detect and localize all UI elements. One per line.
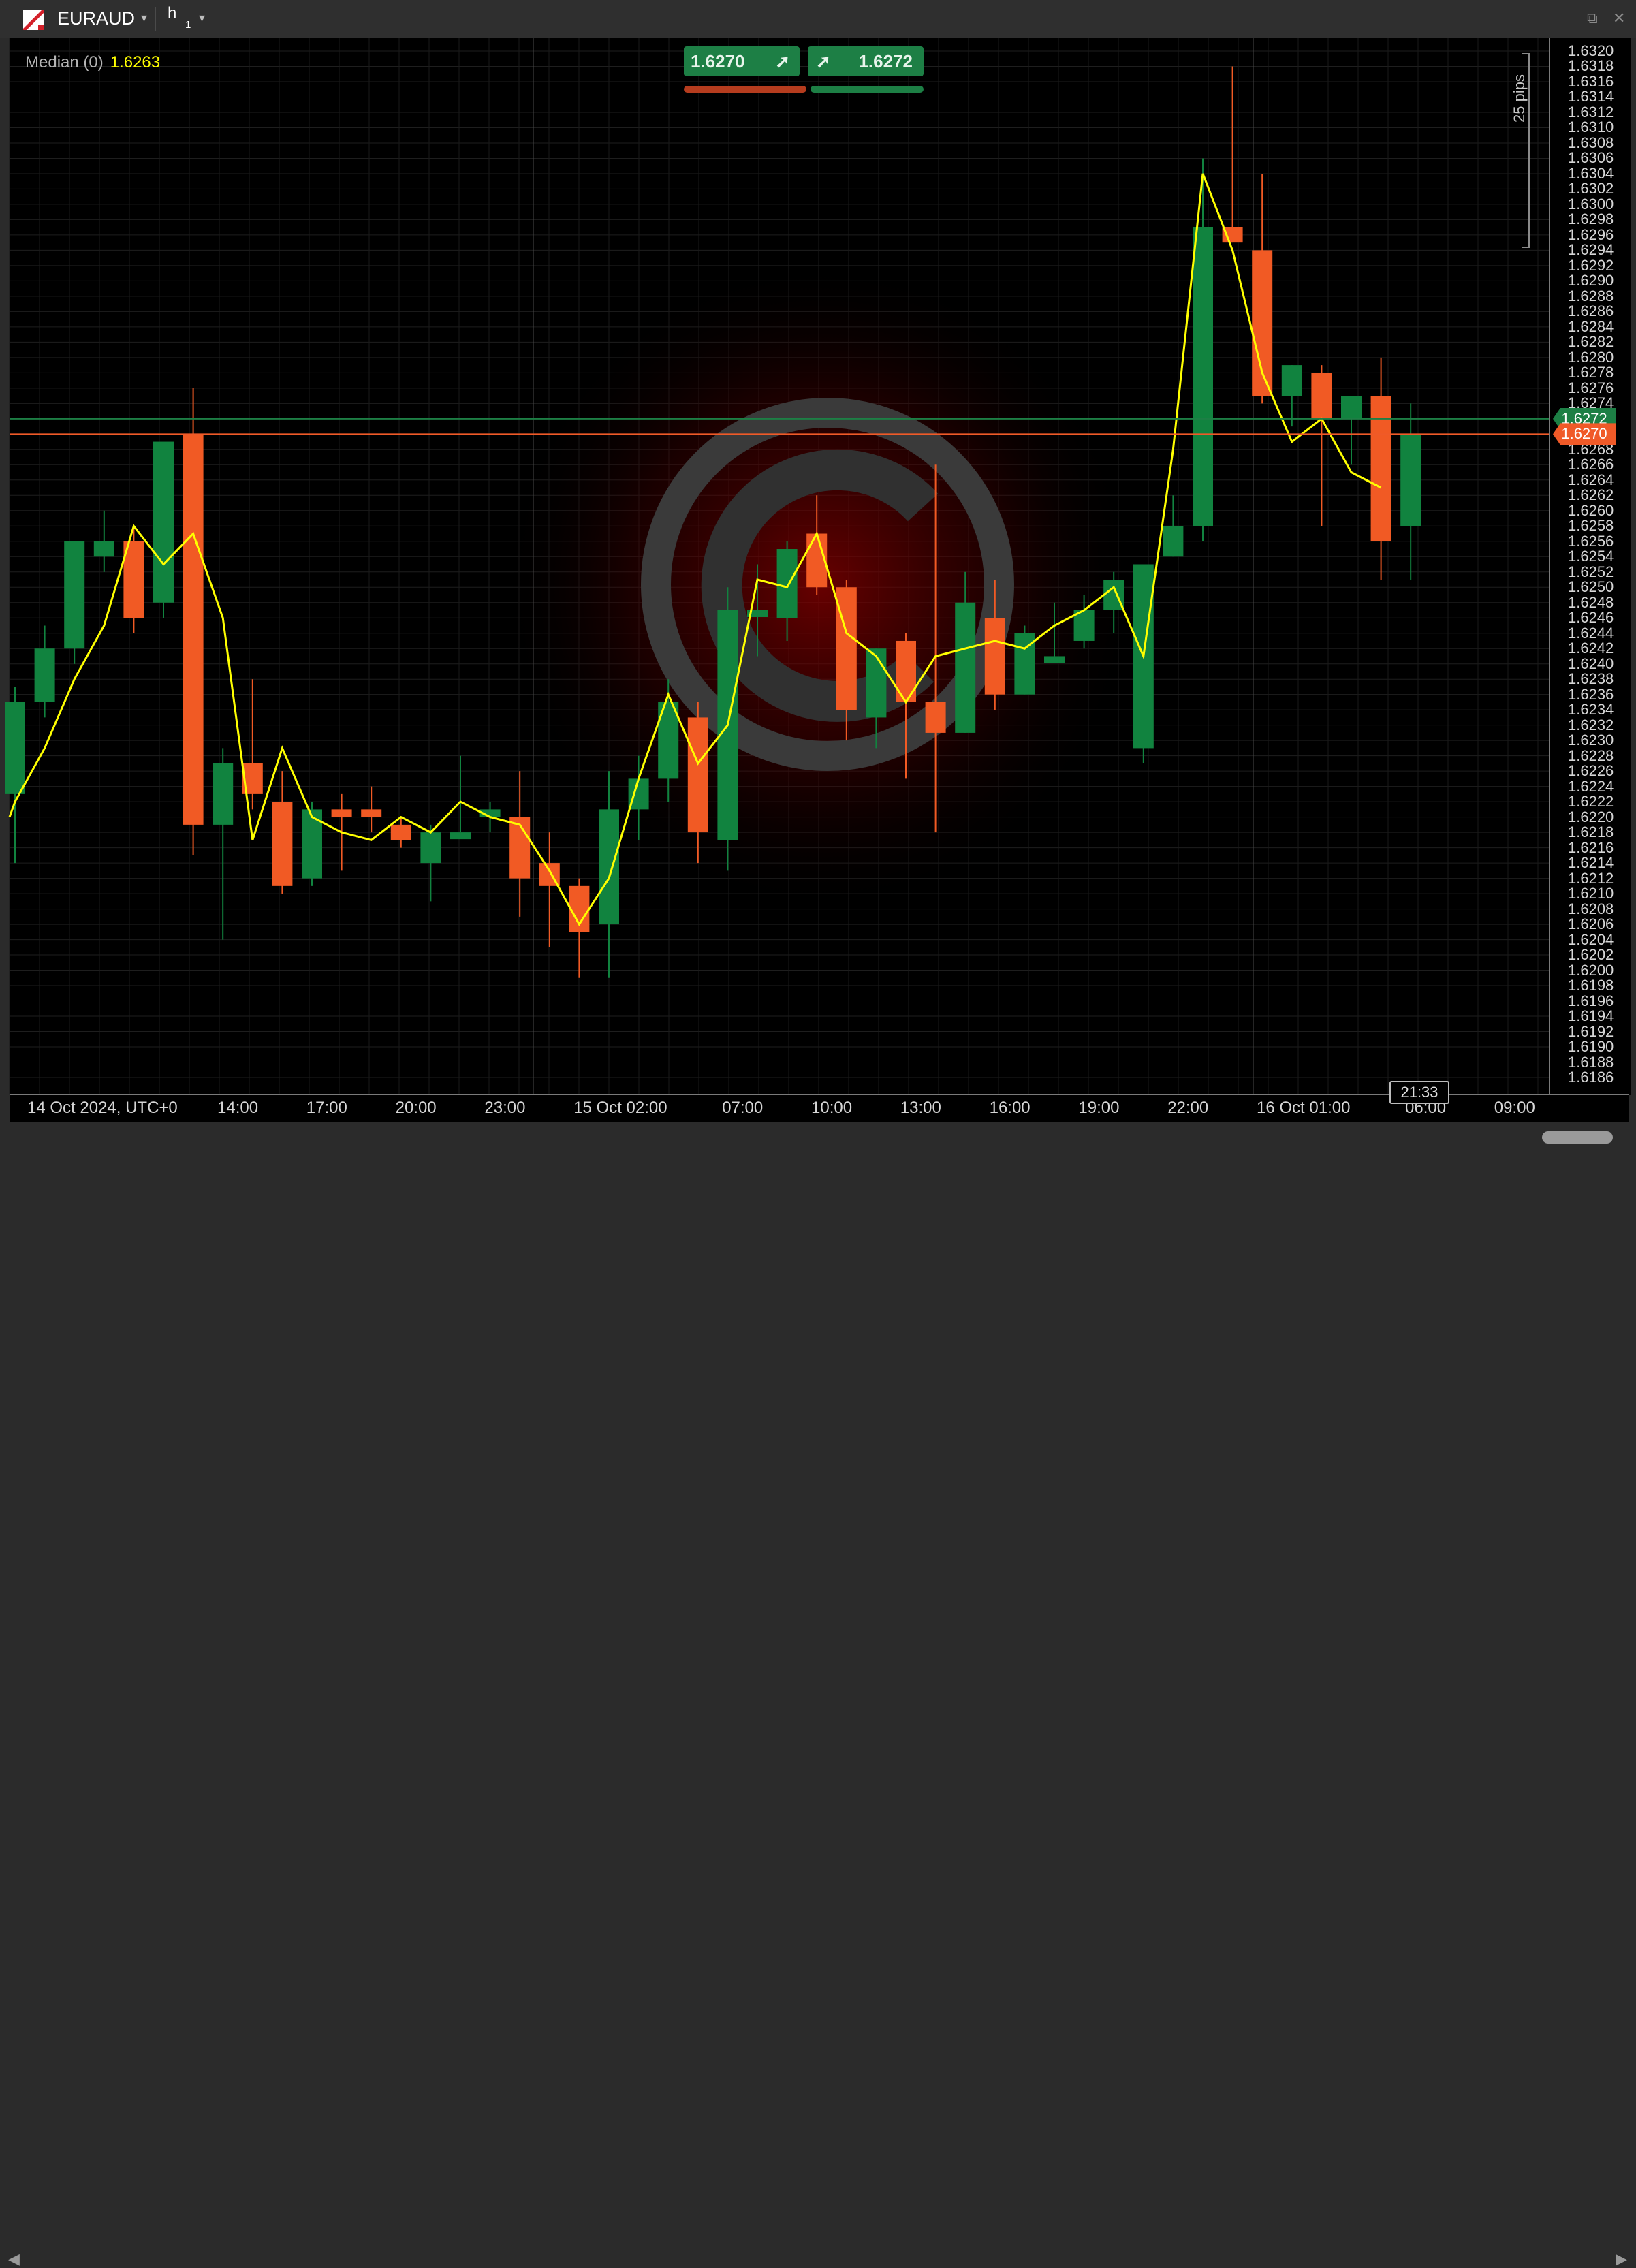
sell-sentiment-bar — [684, 86, 806, 93]
sell-price: 1.6270 — [691, 51, 745, 72]
candle-bearish — [272, 802, 293, 886]
median-label: Median (0) — [25, 53, 104, 72]
time-tick-label: 17:00 — [306, 1099, 347, 1117]
time-tick-label: 22:00 — [1167, 1099, 1209, 1117]
time-tick-label: 19:00 — [1078, 1099, 1120, 1117]
time-tick-label: 14 Oct 2024, UTC+0 — [27, 1099, 178, 1117]
buy-arrow-icon: ➚ — [816, 51, 831, 72]
time-tick-label: 14:00 — [217, 1099, 259, 1117]
candle-bearish — [925, 702, 946, 733]
candle-bearish — [687, 717, 708, 833]
candle-bullish — [213, 763, 234, 825]
buy-sentiment-bar — [811, 86, 924, 93]
buy-button[interactable]: ➚ 1.6272 — [808, 46, 924, 76]
candle-bearish — [984, 618, 1005, 695]
candle-bullish — [420, 832, 441, 864]
time-tick-label: 10:00 — [811, 1099, 853, 1117]
median-indicator[interactable]: Median (0) 1.6263 — [25, 53, 160, 72]
time-tick-label: 13:00 — [900, 1099, 941, 1117]
candle-bearish — [361, 809, 382, 817]
time-tick-label: 16 Oct 01:00 — [1257, 1099, 1351, 1117]
pips-ruler-label: 25 pips — [1511, 74, 1528, 123]
price-tick-label: 1.6186 — [1568, 1069, 1614, 1086]
time-tick-label: 20:00 — [395, 1099, 437, 1117]
median-value: 1.6263 — [110, 53, 161, 72]
candle-bullish — [450, 832, 471, 840]
buy-price: 1.6272 — [858, 51, 913, 72]
scrollbar-thumb[interactable] — [1542, 1131, 1613, 1144]
candle-bullish — [34, 648, 55, 702]
sell-button[interactable]: 1.6270 ➚ — [684, 46, 800, 76]
horizontal-scrollbar[interactable]: ◀ ▶ — [0, 1122, 1636, 2267]
sell-arrow-icon: ➚ — [775, 51, 790, 72]
candle-bullish — [776, 549, 798, 618]
time-tick-label: 16:00 — [989, 1099, 1031, 1117]
candle-bullish — [1281, 365, 1302, 396]
candle-bearish — [1311, 373, 1332, 419]
scroll-right-icon[interactable]: ▶ — [1616, 2250, 1627, 2268]
candle-bearish — [836, 587, 857, 710]
candle-bullish — [1193, 227, 1213, 526]
candle-bullish — [1341, 396, 1362, 419]
candle-bullish — [1163, 526, 1184, 557]
candle-bullish — [599, 809, 619, 925]
candle-bearish — [183, 434, 204, 825]
time-tick-label: 23:00 — [484, 1099, 526, 1117]
candle-bearish — [390, 824, 411, 840]
bid-price-tag: 1.6270 — [1553, 423, 1616, 445]
candle-bullish — [93, 541, 114, 557]
scroll-left-icon[interactable]: ◀ — [8, 2250, 20, 2268]
candle-bullish — [866, 648, 887, 718]
candle-bearish — [1370, 396, 1391, 541]
candle-bullish — [955, 602, 976, 733]
candle-bearish — [331, 809, 352, 817]
candle-bullish — [153, 441, 174, 603]
candle-countdown: 21:33 — [1389, 1081, 1449, 1104]
candle-bearish — [896, 640, 916, 702]
candle-bullish — [1044, 656, 1065, 663]
candle-bullish — [5, 702, 25, 794]
time-tick-label: 07:00 — [722, 1099, 764, 1117]
candle-bullish — [1400, 434, 1421, 526]
time-tick-label: 09:00 — [1494, 1099, 1535, 1117]
candlestick-chart — [5, 38, 1549, 1094]
time-tick-label: 15 Oct 02:00 — [573, 1099, 667, 1117]
candle-bullish — [64, 541, 85, 649]
